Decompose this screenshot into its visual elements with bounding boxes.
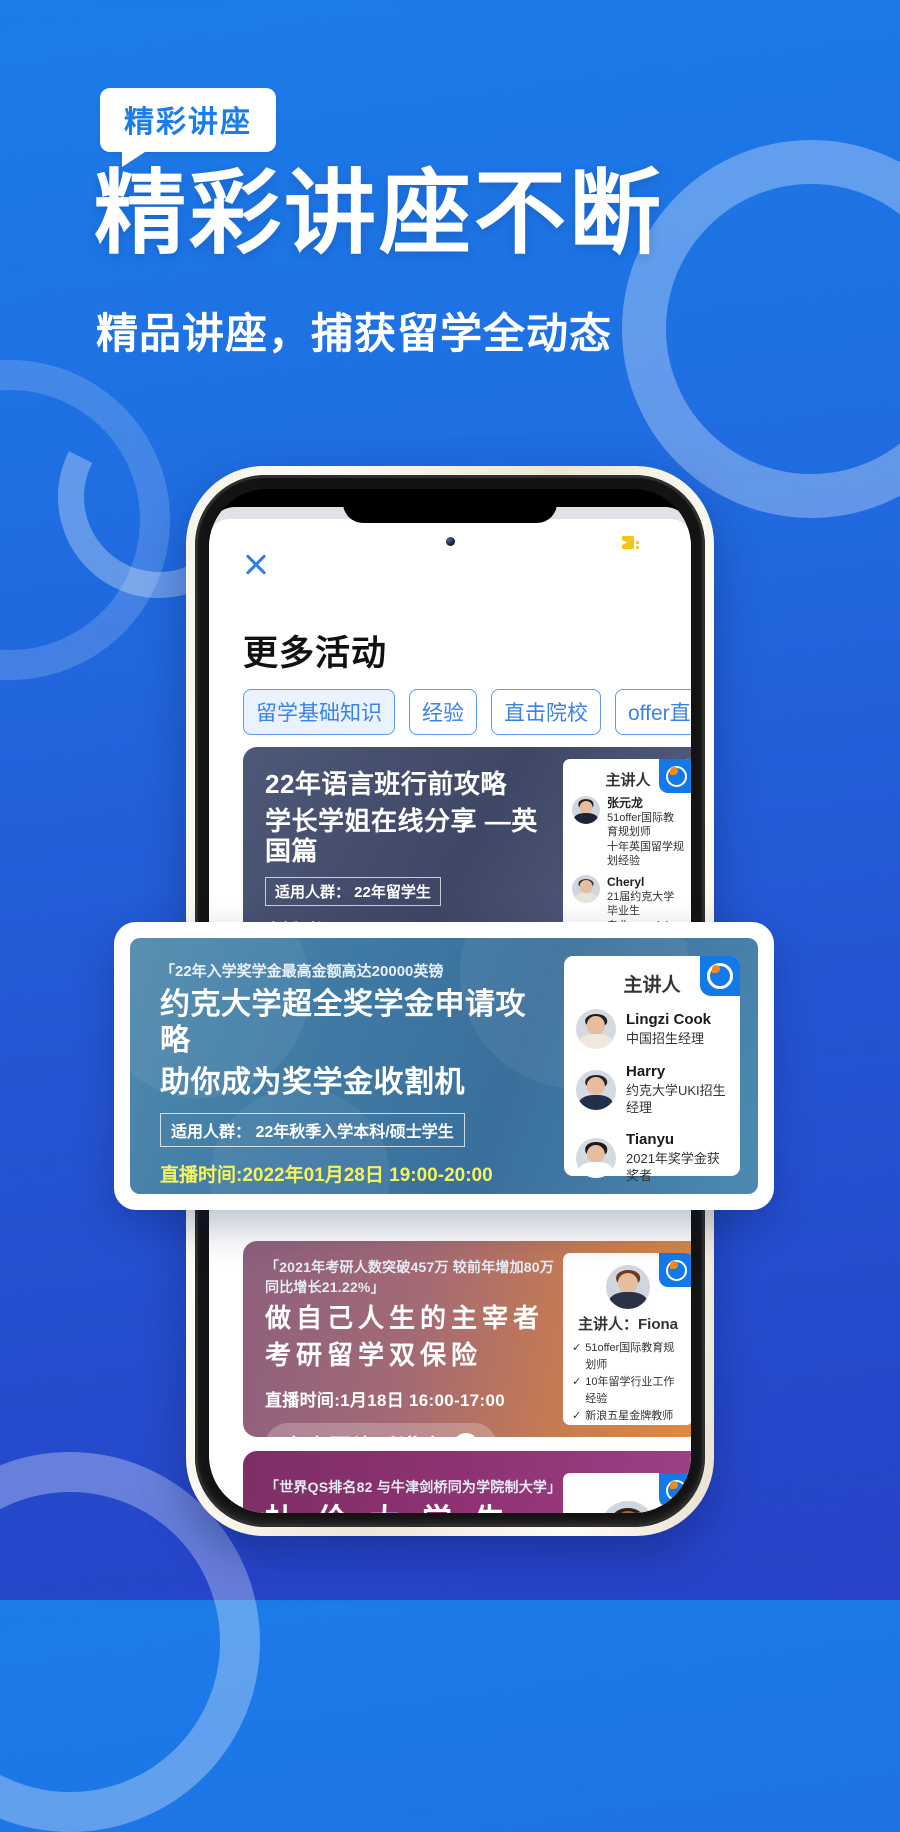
header-badge: 精彩讲座 — [100, 88, 276, 167]
speaker-desc: 2021年奖学金获奖者 — [626, 1150, 720, 1183]
card-content: 「2021年考研人数突破457万 较前年增加80万 同比增长21.22%」 做自… — [243, 1241, 558, 1437]
play-icon — [453, 1433, 480, 1437]
featured-time: 直播时间:2022年01月28日 19:00-20:00 — [160, 1165, 493, 1186]
card-content: 「世界QS排名82 与牛津剑桥同为学院制大学」 杜 伦 大 学 生 物 科 学 … — [243, 1451, 562, 1513]
featured-audience: 适用人群： 22年秋季入学本科/硕士学生 — [160, 1113, 465, 1147]
avatar — [600, 1501, 656, 1513]
battery-icon — [622, 536, 639, 549]
speaker-name: Cheryl — [607, 875, 645, 890]
brand-logo-icon — [659, 759, 691, 793]
avatar — [576, 1009, 616, 1049]
speaker-panel: 主讲人 张元龙 51offer国际教育规划师 十年英国留学规划经验 Cheryl… — [563, 759, 691, 931]
speaker-desc: 中国招生经理 — [626, 1030, 705, 1046]
activity-card[interactable]: 22年语言班行前攻略 学长学姐在线分享 —英国篇 适用人群： 22年留学生 直播… — [243, 747, 691, 943]
sheet-title: 更多活动 — [243, 634, 388, 673]
activity-card[interactable]: 「世界QS排名82 与牛津剑桥同为学院制大学」 杜 伦 大 学 生 物 科 学 … — [243, 1451, 691, 1513]
card-title-line2: 考研留学双保险 — [265, 1339, 483, 1370]
featured-title-line1: 约克大学超全奖学金申请攻略 — [160, 988, 526, 1057]
play-lecture-button[interactable]: 点击图片听讲座 — [265, 1423, 498, 1437]
speaker-item: Lingzi Cook 中国招生经理 — [576, 1009, 728, 1049]
page-subtitle: 精品讲座，捕获留学全动态 — [96, 310, 613, 357]
speaker-desc: 约克大学UKI招生经理 — [626, 1083, 726, 1115]
speaker-desc1: 21届约克大学毕业生 — [607, 891, 675, 918]
card-title-line1: 杜 伦 大 学 生 物 科 学 系 — [265, 1503, 558, 1513]
card-title-line2: 学长学姐在线分享 —英国篇 — [265, 805, 538, 867]
speaker-panel — [563, 1473, 691, 1513]
avatar — [572, 796, 600, 824]
speaker-name: Harry — [626, 1063, 666, 1080]
bullet-item: ✓ 51offer国际教育规划师 — [572, 1342, 675, 1372]
featured-card[interactable]: 「22年入学奖学金最高金额高达20000英镑 约克大学超全奖学金申请攻略 助你成… — [130, 938, 758, 1194]
speaker-desc2: 十年英国留学规划经验 — [607, 840, 684, 867]
avatar — [576, 1069, 616, 1110]
featured-speaker-panel: 主讲人 Lingzi Cook 中国招生经理 Harry 约克大学UKI招生经理 — [564, 956, 740, 1183]
tab-zhiji-yuanxiao[interactable]: 直击院校 — [491, 689, 601, 735]
close-icon[interactable] — [243, 551, 269, 577]
avatar — [576, 1137, 616, 1178]
speaker-item: Tianyu 2021年奖学金获奖者 — [576, 1131, 728, 1185]
card-kicker: 「世界QS排名82 与牛津剑桥同为学院制大学」 — [265, 1479, 562, 1495]
tab-jingyan[interactable]: 经验 — [409, 689, 477, 735]
speaker-desc1: 51offer国际教育规划师 — [607, 812, 675, 839]
brand-logo-icon — [659, 1473, 691, 1507]
featured-content: 「22年入学奖学金最高金额高达20000英镑 约克大学超全奖学金申请攻略 助你成… — [160, 960, 546, 1194]
speaker-name: Tianyu — [626, 1130, 675, 1148]
card-title-line1: 做自己人生的主宰者 — [265, 1303, 545, 1333]
tab-offer-zhitong[interactable]: offer直通 — [615, 689, 691, 735]
phone-notch — [343, 489, 557, 523]
card-content: 22年语言班行前攻略 学长学姐在线分享 —英国篇 适用人群： 22年留学生 直播… — [243, 747, 558, 943]
speaker-panel: 主讲人：Fiona ✓ 51offer国际教育规划师 ✓ 10年留学行业工作经验 ✓… — [563, 1253, 691, 1425]
activity-card[interactable]: 「2021年考研人数突破457万 较前年增加80万 同比增长21.22%」 做自… — [243, 1241, 691, 1437]
featured-title-line2: 助你成为奖学金收割机 — [160, 1066, 465, 1099]
brand-logo-icon — [700, 956, 740, 996]
featured-activity-overlay[interactable]: 「22年入学奖学金最高金额高达20000英镑 约克大学超全奖学金申请攻略 助你成… — [114, 922, 774, 1210]
play-label: 点击图片听讲座 — [283, 1430, 444, 1437]
category-tabs: 留学基础知识 经验 直击院校 offer直通 — [243, 689, 691, 735]
card-title-line1: 22年语言班行前攻略 — [265, 769, 507, 799]
page-title: 精彩讲座不断 — [94, 163, 665, 265]
brand-logo-icon — [659, 1253, 691, 1287]
speaker-heading: 主讲人：Fiona — [578, 1316, 678, 1333]
camera-dot-icon — [446, 537, 455, 546]
bullet-item: ✓ 新浪五星金牌教师 — [572, 1410, 674, 1423]
speaker-item: Harry 约克大学UKI招生经理 — [576, 1063, 728, 1117]
card-time: 直播时间:1月18日 16:00-17:00 — [265, 1391, 505, 1411]
avatar — [606, 1265, 650, 1309]
decor-ring-mid-left — [0, 360, 170, 680]
speaker-name: Lingzi Cook — [626, 1010, 711, 1028]
avatar — [572, 875, 600, 904]
bullet-item: ✓ 10年留学行业工作经验 — [572, 1376, 675, 1406]
speaker-item: 张元龙 51offer国际教育规划师 十年英国留学规划经验 — [572, 796, 684, 868]
card-audience: 适用人群： 22年留学生 — [265, 877, 441, 907]
speaker-name: 张元龙 — [607, 796, 644, 810]
tab-liuxue-jichu[interactable]: 留学基础知识 — [243, 689, 395, 735]
featured-kicker: 「22年入学奖学金最高金额高达20000英镑 — [160, 963, 444, 980]
card-kicker: 「2021年考研人数突破457万 较前年增加80万 同比增长21.22%」 — [265, 1259, 554, 1295]
